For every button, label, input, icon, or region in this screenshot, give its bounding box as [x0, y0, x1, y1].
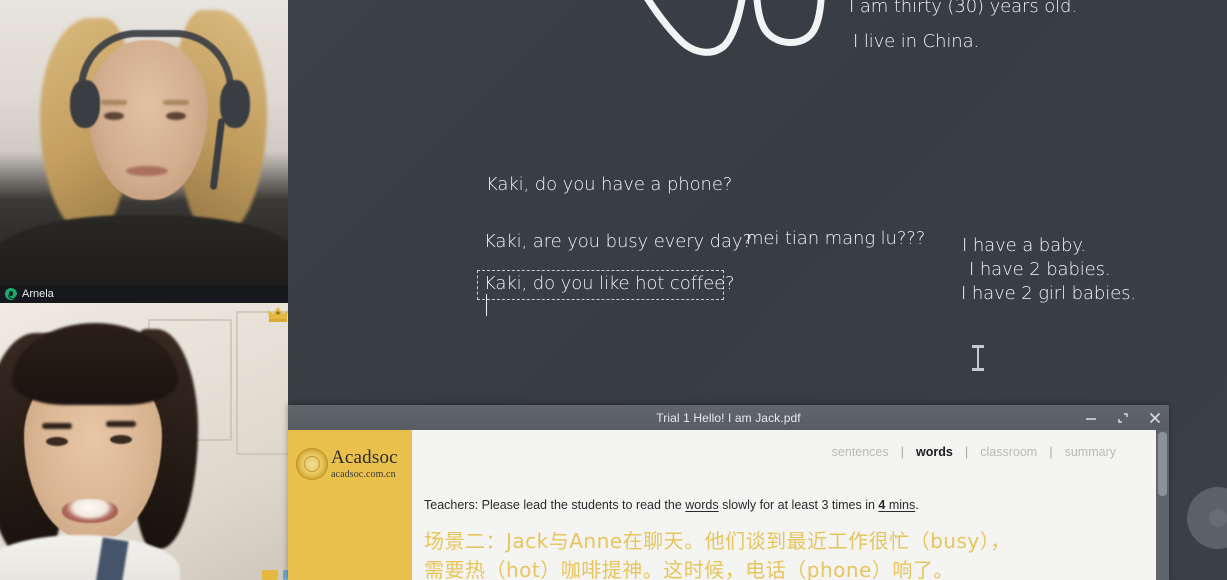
whiteboard-text-busy-question[interactable]: Kaki, are you busy every day? — [484, 231, 752, 252]
pdf-viewer-window[interactable]: Trial 1 Hello! I am Jack.pdf Acadsoc aca… — [288, 405, 1169, 580]
note-underline-words: words — [685, 498, 719, 512]
pdf-scrollbar[interactable] — [1156, 430, 1169, 580]
teacher-name-bar: Arnela — [0, 285, 288, 303]
teacher-instruction-text: Teachers: Please lead the students to re… — [424, 498, 919, 512]
whiteboard-text-baby-1[interactable]: I have a baby. — [962, 235, 1086, 256]
video-panel-student[interactable]: 王小婷 — [0, 303, 288, 580]
pdf-window-titlebar[interactable]: Trial 1 Hello! I am Jack.pdf — [288, 405, 1169, 430]
whiteboard-text-baby-3[interactable]: I have 2 girl babies. — [961, 283, 1136, 304]
teacher-video-feed — [0, 0, 288, 303]
round-handle-button[interactable] — [1187, 487, 1227, 549]
teacher-name-label: Arnela — [22, 288, 54, 300]
pdf-brand-sidebar: Acadsoc acadsoc.com.cn — [288, 430, 412, 580]
pdf-page: Acadsoc acadsoc.com.cn sentences | words… — [288, 430, 1156, 580]
nav-tab-words[interactable]: words — [904, 445, 965, 459]
pdf-content-area[interactable]: Acadsoc acadsoc.com.cn sentences | words… — [288, 430, 1169, 580]
maximize-icon[interactable] — [1115, 410, 1131, 426]
note-middle: slowly for at least 3 times in — [718, 498, 879, 512]
nav-tab-classroom[interactable]: classroom — [968, 445, 1049, 459]
nav-tab-summary[interactable]: summary — [1053, 445, 1128, 459]
pdf-window-title: Trial 1 Hello! I am Jack.pdf — [656, 410, 801, 425]
text-ibeam-cursor-icon — [971, 345, 985, 371]
screen-root: I am thirty (30) years old. I live in Ch… — [0, 0, 1227, 580]
whiteboard-drawings — [644, 0, 825, 56]
whiteboard-active-textbox[interactable]: Kaki, do you like hot coffee? — [477, 270, 735, 316]
nav-tab-sentences[interactable]: sentences — [820, 445, 901, 459]
scenario-chinese-line-1: 场景二：Jack与Anne在聊天。他们谈到最近工作很忙（busy）， — [424, 529, 1011, 553]
note-suffix: . — [915, 498, 919, 512]
seal-emblem-icon — [296, 448, 328, 480]
whiteboard-text-age[interactable]: I am thirty (30) years old. — [849, 0, 1077, 17]
brand-name: Acadsoc — [331, 447, 398, 468]
pdf-section-nav[interactable]: sentences | words | classroom | summary — [820, 444, 1128, 459]
minimize-icon[interactable] — [1083, 410, 1099, 426]
scenario-chinese-line-2: 需要热（hot）咖啡提神。这时候，电话（phone）响了。 — [424, 558, 954, 580]
brand-url: acadsoc.com.cn — [331, 469, 396, 480]
whiteboard-text-country[interactable]: I live in China. — [853, 31, 979, 52]
whiteboard-text-pinyin[interactable]: mei tian mang lu??? — [746, 228, 925, 249]
whiteboard-text-baby-2[interactable]: I have 2 babies. — [969, 259, 1111, 280]
acadsoc-logo: Acadsoc acadsoc.com.cn — [296, 448, 398, 480]
pdf-scrollbar-thumb[interactable] — [1158, 432, 1167, 496]
text-caret — [486, 294, 487, 316]
video-panel-teacher[interactable]: Arnela — [0, 0, 288, 303]
note-minutes-unit: mins — [885, 498, 916, 512]
note-prefix: Teachers: Please lead the students to re… — [424, 498, 686, 512]
whiteboard-active-textbox-value: Kaki, do you like hot coffee? — [484, 273, 735, 294]
crown-icon — [266, 303, 290, 325]
student-badge-gold — [262, 570, 278, 580]
student-video-feed — [0, 303, 288, 580]
microphone-icon — [5, 288, 17, 300]
window-controls — [1083, 405, 1163, 430]
whiteboard-text-phone-question[interactable]: Kaki, do you have a phone? — [486, 174, 732, 195]
close-icon[interactable] — [1147, 410, 1163, 426]
